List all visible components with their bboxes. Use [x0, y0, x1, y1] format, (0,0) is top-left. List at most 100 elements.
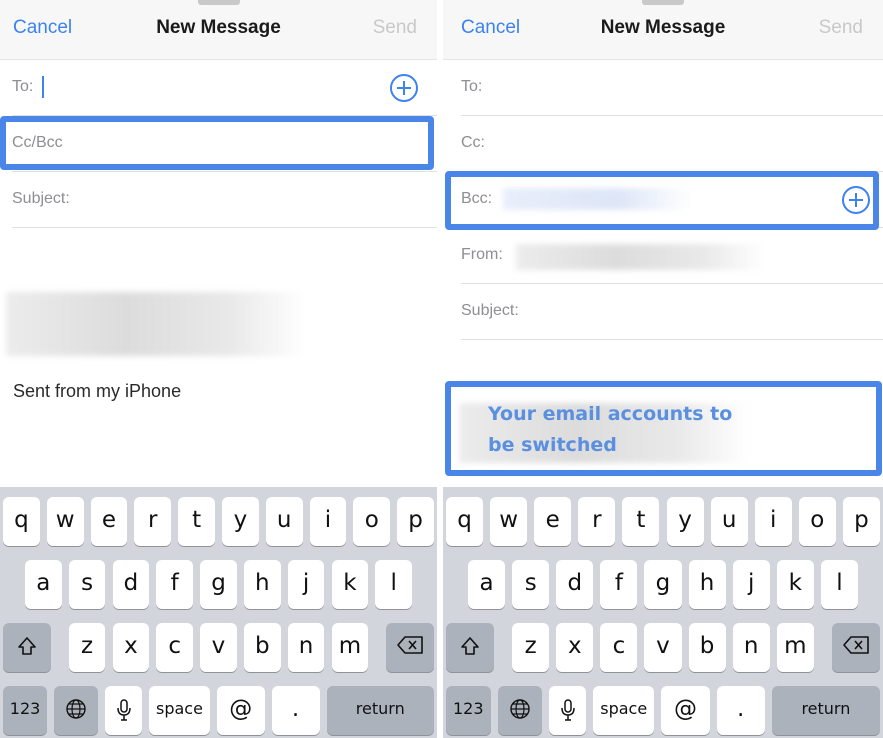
key-l[interactable]: l — [820, 560, 858, 609]
key-h[interactable]: h — [243, 560, 281, 609]
key-j[interactable]: j — [287, 560, 325, 609]
key-o[interactable]: o — [353, 497, 391, 546]
key-l[interactable]: l — [375, 560, 413, 609]
key-x[interactable]: x — [556, 623, 594, 672]
shift-icon — [18, 637, 36, 655]
key-v[interactable]: v — [644, 623, 682, 672]
to-field[interactable]: To: — [461, 60, 883, 116]
send-button[interactable]: Send — [373, 17, 417, 39]
return-key[interactable]: return — [326, 686, 434, 735]
key-r[interactable]: r — [134, 497, 172, 546]
space-key[interactable]: space — [149, 686, 210, 735]
key-n[interactable]: n — [287, 623, 325, 672]
key-n[interactable]: n — [732, 623, 770, 672]
key-d[interactable]: d — [556, 560, 594, 609]
key-p[interactable]: p — [842, 497, 880, 546]
key-t[interactable]: t — [178, 497, 215, 546]
space-key[interactable]: space — [593, 686, 655, 735]
key-c[interactable]: c — [600, 623, 638, 672]
page-title: New Message — [156, 17, 281, 38]
keyboard: q w e r t y u i o p a s d f g h j k l z x c v b n m 123 space @. retu… — [0, 487, 437, 738]
key-y[interactable]: y — [222, 497, 259, 546]
key-j[interactable]: j — [732, 560, 770, 609]
key-c[interactable]: c — [156, 623, 194, 672]
key-v[interactable]: v — [200, 623, 237, 672]
key-w[interactable]: w — [46, 497, 84, 546]
globe-key[interactable] — [54, 686, 99, 735]
cc-label: Cc: — [461, 134, 485, 151]
at-key[interactable]: @ — [661, 686, 710, 735]
key-m[interactable]: m — [331, 623, 369, 672]
backspace-key[interactable] — [831, 623, 880, 672]
key-s[interactable]: s — [68, 560, 106, 609]
key-i[interactable]: i — [754, 497, 792, 546]
key-t[interactable]: t — [622, 497, 660, 546]
cc-field[interactable]: Cc: — [461, 116, 883, 172]
key-d[interactable]: d — [112, 560, 150, 609]
key-m[interactable]: m — [776, 623, 814, 672]
dot-key[interactable]: . — [716, 686, 765, 735]
subject-field[interactable]: Subject: — [12, 172, 437, 228]
subject-field[interactable]: Subject: — [461, 284, 883, 340]
at-key[interactable]: @ — [216, 686, 265, 735]
key-w[interactable]: w — [490, 497, 528, 546]
globe-key[interactable] — [497, 686, 543, 735]
annotation-line-2: be switched — [488, 434, 617, 456]
numbers-key[interactable]: 123 — [3, 686, 48, 735]
backspace-icon — [397, 636, 423, 654]
key-q[interactable]: q — [446, 497, 484, 546]
key-a[interactable]: a — [24, 560, 62, 609]
sheet-grabber[interactable] — [197, 0, 240, 5]
microphone-key[interactable] — [549, 686, 587, 735]
signature-text[interactable]: Sent from my iPhone — [13, 381, 181, 402]
microphone-icon — [560, 699, 575, 721]
annotation-line-1: Your email accounts to — [488, 403, 733, 425]
page-title: New Message — [600, 17, 726, 38]
key-p[interactable]: p — [397, 497, 434, 546]
from-field[interactable]: From: — [461, 228, 883, 284]
key-e[interactable]: e — [90, 497, 128, 546]
key-k[interactable]: k — [776, 560, 814, 609]
key-e[interactable]: e — [534, 497, 572, 546]
key-h[interactable]: h — [688, 560, 726, 609]
to-field[interactable]: To: — [12, 60, 437, 116]
key-g[interactable]: g — [200, 560, 237, 609]
key-i[interactable]: i — [309, 497, 347, 546]
globe-icon — [510, 699, 530, 719]
key-r[interactable]: r — [578, 497, 616, 546]
numbers-key[interactable]: 123 — [446, 686, 491, 735]
key-x[interactable]: x — [112, 623, 150, 672]
shift-key[interactable] — [3, 623, 51, 672]
from-label: From: — [461, 246, 503, 263]
highlight-box — [0, 116, 434, 170]
to-label: To: — [461, 78, 483, 95]
key-y[interactable]: y — [666, 497, 704, 546]
key-o[interactable]: o — [798, 497, 836, 546]
send-button[interactable]: Send — [819, 17, 863, 39]
key-z[interactable]: z — [512, 623, 550, 672]
dot-key[interactable]: . — [271, 686, 320, 735]
shift-key[interactable] — [446, 623, 495, 672]
key-b[interactable]: b — [688, 623, 726, 672]
key-z[interactable]: z — [68, 623, 106, 672]
compose-panel-right: Cancel New Message Send To: Cc: Bcc: Fro… — [443, 0, 883, 738]
key-q[interactable]: q — [3, 497, 40, 546]
key-u[interactable]: u — [265, 497, 303, 546]
key-a[interactable]: a — [468, 560, 506, 609]
key-f[interactable]: f — [600, 560, 638, 609]
sheet-grabber[interactable] — [642, 0, 684, 5]
microphone-key[interactable] — [105, 686, 143, 735]
backspace-key[interactable] — [386, 623, 434, 672]
key-u[interactable]: u — [710, 497, 748, 546]
key-f[interactable]: f — [156, 560, 194, 609]
to-label: To: — [12, 78, 34, 95]
return-key[interactable]: return — [771, 686, 880, 735]
key-k[interactable]: k — [331, 560, 369, 609]
text-cursor — [42, 76, 44, 98]
key-g[interactable]: g — [644, 560, 682, 609]
redacted-from-address — [516, 244, 766, 270]
key-s[interactable]: s — [512, 560, 550, 609]
redacted-content — [6, 292, 306, 356]
add-contact-icon[interactable] — [390, 74, 418, 102]
key-b[interactable]: b — [243, 623, 281, 672]
